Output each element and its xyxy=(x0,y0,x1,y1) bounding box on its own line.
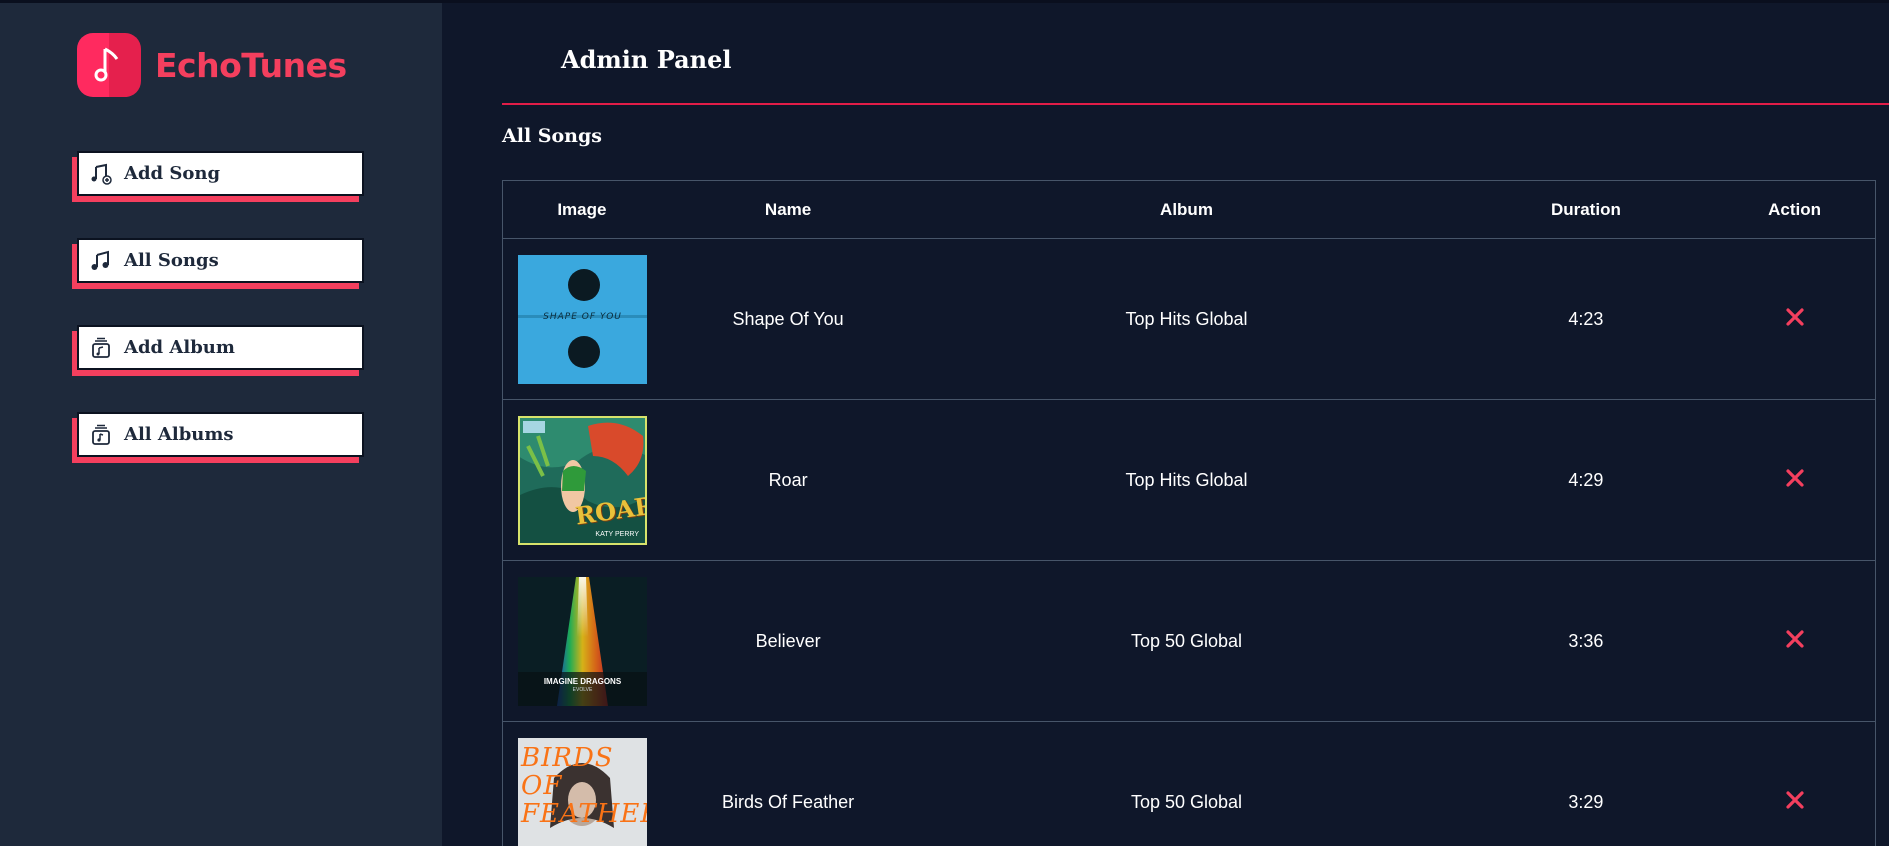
cover-album-text: EVOLVE xyxy=(572,686,593,693)
sidebar-item-all-songs[interactable]: All Songs xyxy=(72,238,364,289)
album-cover-image: SHAPE OF YOU xyxy=(518,254,647,384)
column-header-duration: Duration xyxy=(1550,199,1621,219)
song-album: Top Hits Global xyxy=(1125,308,1248,329)
song-album: Top Hits Global xyxy=(1125,469,1248,490)
table-row: SHAPE OF YOU Shape Of You Top Hits Globa… xyxy=(503,239,1875,400)
table-row: ROAR KATY PERRY Roar Top Hits Global 4:2… xyxy=(503,400,1875,561)
main-content: Admin Panel All Songs Image Name Album D… xyxy=(442,3,1889,846)
sidebar-item-label: All Albums xyxy=(124,424,234,445)
song-name: Birds Of Feather xyxy=(722,791,855,812)
album-cover-image: IMAGINE DRAGONS EVOLVE xyxy=(518,576,647,706)
cover-artist-text: KATY PERRY xyxy=(595,530,639,538)
app-root: EchoTunes Add Song All Songs Add Album A… xyxy=(0,0,1889,846)
page-title: Admin Panel xyxy=(561,45,732,74)
action-cell xyxy=(1714,629,1875,654)
image-cell: SHAPE OF YOU xyxy=(503,254,661,384)
songs-table: Image Name Album Duration Action SHAPE O… xyxy=(502,180,1876,846)
album-cover-image: BIRDS OF FEATHER xyxy=(518,737,647,846)
brand-name: EchoTunes xyxy=(155,45,347,85)
song-album: Top 50 Global xyxy=(1130,630,1243,651)
sidebar-item-label: Add Album xyxy=(124,337,235,358)
image-cell: BIRDS OF FEATHER xyxy=(503,737,661,846)
sidebar: EchoTunes Add Song All Songs Add Album A… xyxy=(0,3,442,846)
image-cell: IMAGINE DRAGONS EVOLVE xyxy=(503,576,661,706)
table-row: IMAGINE DRAGONS EVOLVE Believer Top 50 G… xyxy=(503,561,1875,722)
song-name: Believer xyxy=(755,630,821,651)
table-header: Image Name Album Duration Action xyxy=(503,181,1875,239)
song-name: Roar xyxy=(768,469,808,490)
album-cover-image: ROAR KATY PERRY xyxy=(518,415,647,545)
section-title: All Songs xyxy=(502,125,602,147)
add-album-button[interactable]: Add Album xyxy=(77,325,364,370)
song-duration: 3:29 xyxy=(1568,791,1604,812)
column-header-album: Album xyxy=(1160,199,1213,219)
close-icon[interactable] xyxy=(1785,629,1805,654)
sidebar-item-label: All Songs xyxy=(124,250,219,271)
sidebar-item-all-albums[interactable]: All Albums xyxy=(72,412,364,463)
music-note-logo-icon xyxy=(77,33,141,97)
sidebar-item-label: Add Song xyxy=(124,163,221,184)
cover-text: SHAPE OF YOU xyxy=(543,311,622,322)
column-header-name: Name xyxy=(764,199,812,219)
song-album: Top 50 Global xyxy=(1130,791,1243,812)
music-note-icon xyxy=(91,250,109,270)
table-row: BIRDS OF FEATHER Birds Of Feather Top 50… xyxy=(503,722,1875,846)
brand-logo[interactable]: EchoTunes xyxy=(77,33,347,97)
close-icon[interactable] xyxy=(1785,468,1805,493)
song-name: Shape Of You xyxy=(732,308,844,329)
album-list-icon xyxy=(92,424,110,445)
song-duration: 3:36 xyxy=(1568,630,1604,651)
action-cell xyxy=(1714,790,1875,815)
action-cell xyxy=(1714,307,1875,332)
add-song-icon xyxy=(91,163,112,185)
header-divider xyxy=(502,103,1889,105)
add-album-icon xyxy=(92,337,110,358)
cover-band-text: IMAGINE DRAGONS xyxy=(543,676,622,686)
close-icon[interactable] xyxy=(1785,790,1805,815)
all-songs-button[interactable]: All Songs xyxy=(77,238,364,283)
column-header-action: Action xyxy=(1768,199,1822,219)
sidebar-item-add-song[interactable]: Add Song xyxy=(72,151,364,202)
column-header-image: Image xyxy=(557,199,607,219)
sidebar-item-add-album[interactable]: Add Album xyxy=(72,325,364,376)
song-duration: 4:23 xyxy=(1568,308,1604,329)
close-icon[interactable] xyxy=(1785,307,1805,332)
image-cell: ROAR KATY PERRY xyxy=(503,415,661,545)
action-cell xyxy=(1714,468,1875,493)
cover-title-text: BIRDS OF FEATHER xyxy=(521,742,647,829)
all-albums-button[interactable]: All Albums xyxy=(77,412,364,457)
song-duration: 4:29 xyxy=(1568,469,1604,490)
add-song-button[interactable]: Add Song xyxy=(77,151,364,196)
